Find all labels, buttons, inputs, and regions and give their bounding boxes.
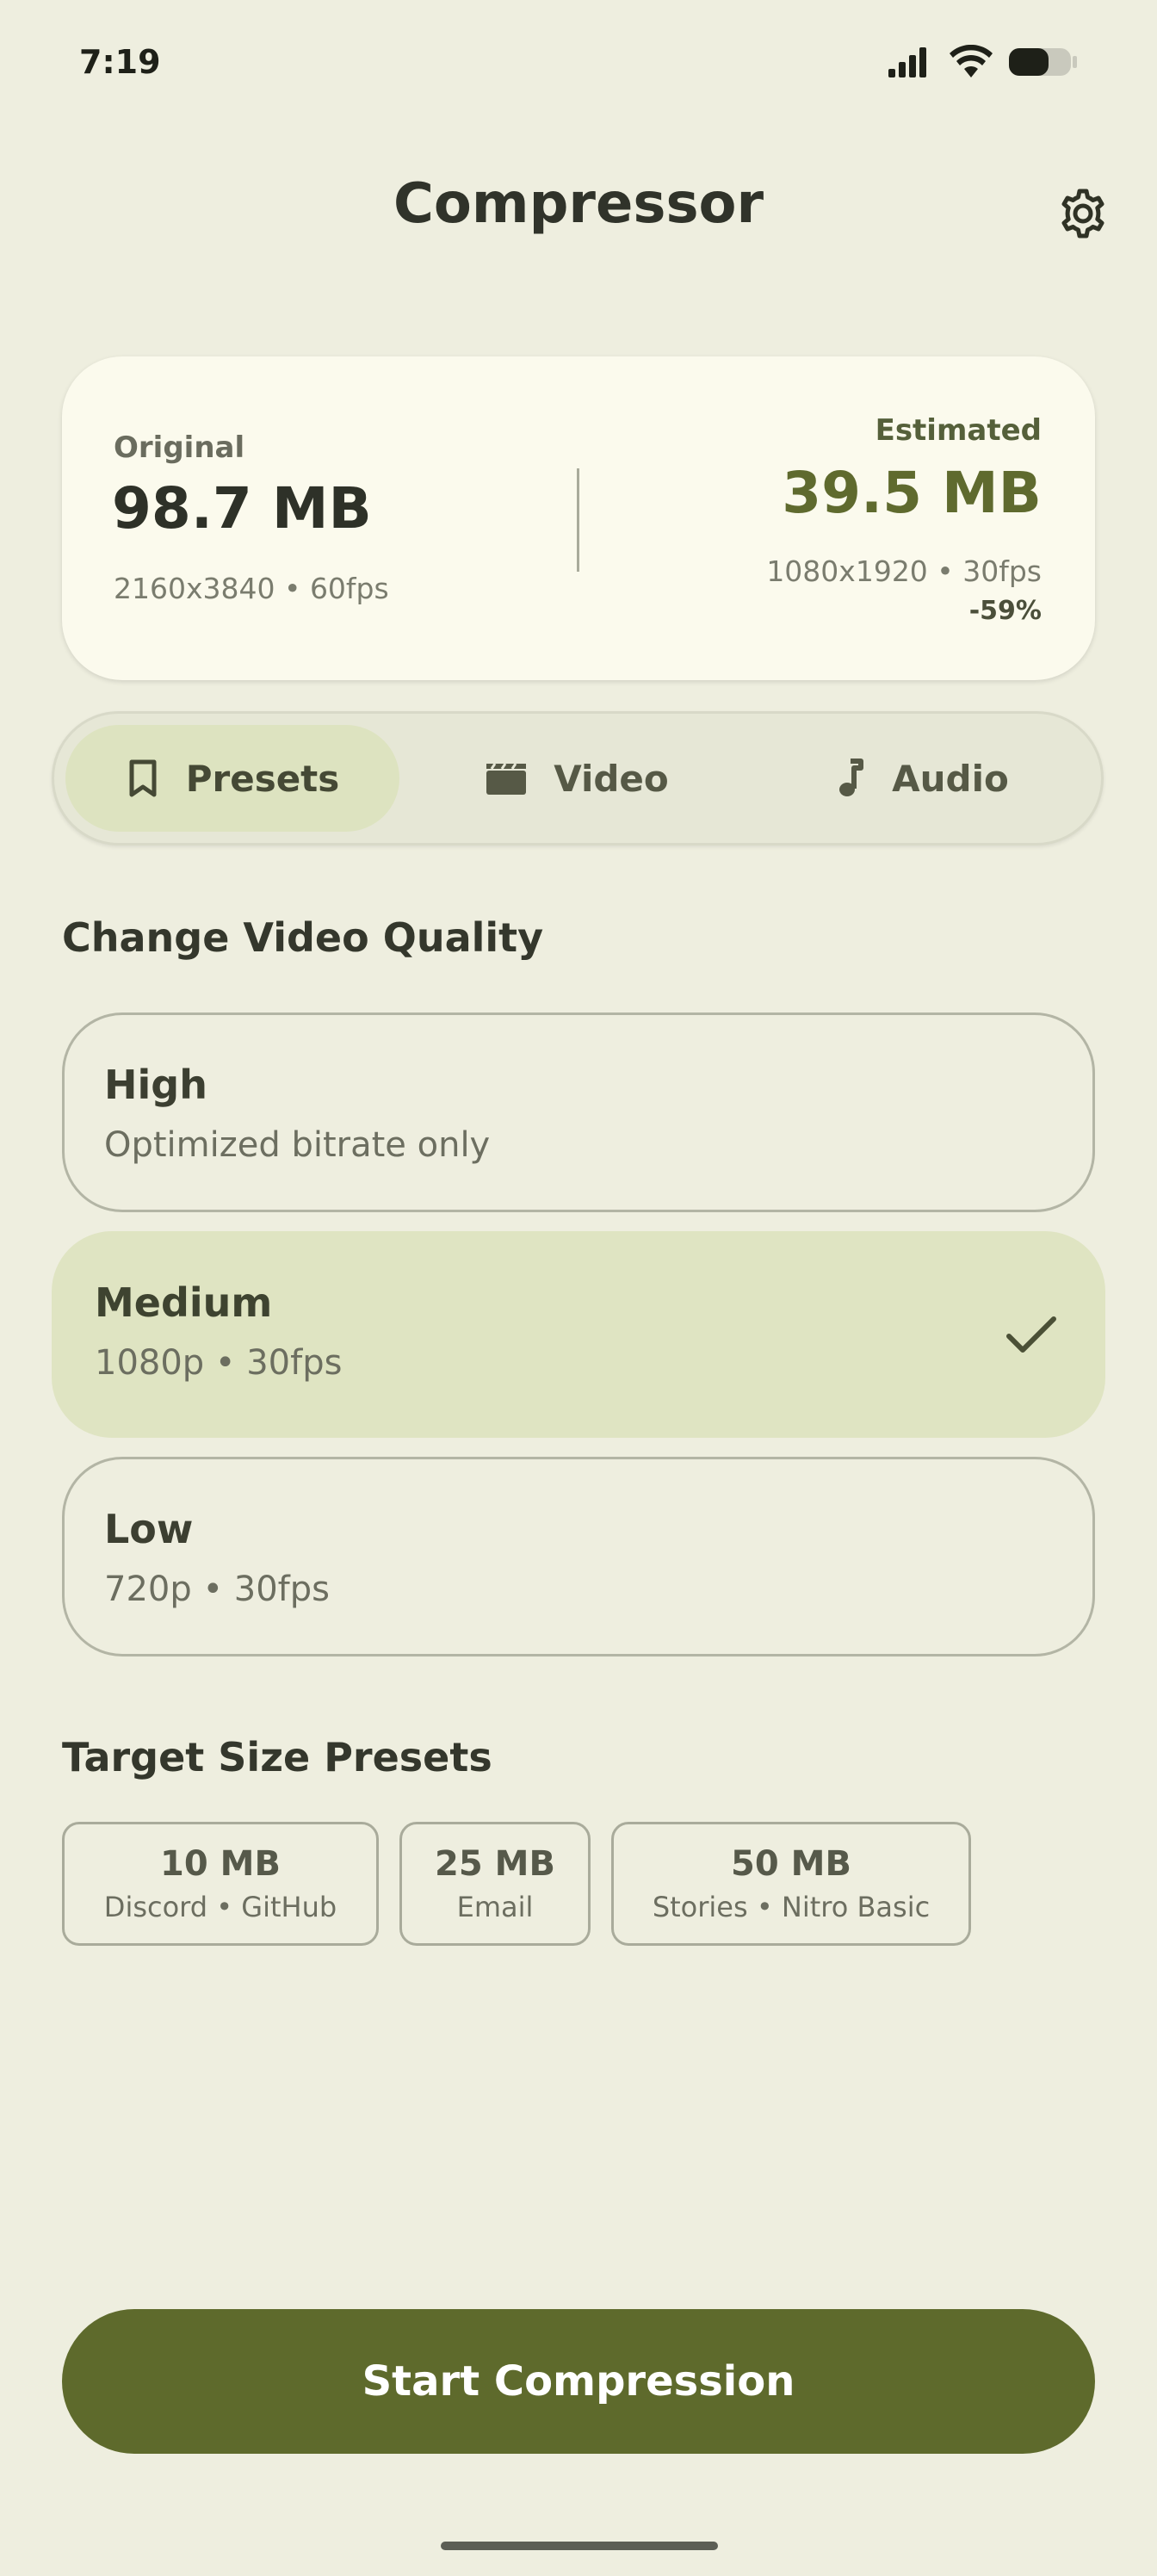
quality-option-medium[interactable]: Medium 1080p • 30fps: [52, 1231, 1105, 1438]
chip-size: 25 MB: [435, 1844, 555, 1884]
music-note-icon: [839, 759, 864, 796]
chip-detail: Discord • GitHub: [103, 1891, 337, 1923]
card-divider: [577, 468, 579, 572]
quality-option-high[interactable]: High Optimized bitrate only: [62, 1012, 1095, 1212]
reduction-percent: -59%: [968, 596, 1042, 626]
battery-icon: [1009, 48, 1077, 76]
target-chip-25mb[interactable]: 25 MB Email: [399, 1822, 591, 1946]
quality-option-detail: Optimized bitrate only: [104, 1125, 491, 1165]
settings-button[interactable]: [1052, 183, 1114, 245]
chip-size: 50 MB: [731, 1844, 851, 1884]
target-chip-10mb[interactable]: 10 MB Discord • GitHub: [62, 1822, 379, 1946]
original-label: Original: [114, 430, 245, 465]
tab-audio-label: Audio: [892, 757, 1009, 800]
wifi-icon: [950, 45, 993, 77]
bookmark-icon: [129, 759, 157, 797]
quality-section-title: Change Video Quality: [62, 914, 544, 961]
clapperboard-icon: [486, 763, 527, 795]
chip-detail: Email: [456, 1891, 534, 1923]
chip-size: 10 MB: [160, 1844, 281, 1884]
tab-presets[interactable]: Presets: [65, 725, 399, 832]
start-compression-button[interactable]: Start Compression: [62, 2309, 1095, 2454]
signal-icon: [888, 47, 926, 77]
estimated-label: Estimated: [875, 413, 1042, 448]
quality-option-detail: 720p • 30fps: [104, 1570, 330, 1609]
app-title: Compressor: [393, 172, 764, 236]
quality-option-detail: 1080p • 30fps: [95, 1343, 343, 1383]
original-size: 98.7 MB: [112, 475, 372, 542]
tab-video-label: Video: [554, 757, 669, 800]
tab-video[interactable]: Video: [413, 725, 740, 832]
quality-option-low[interactable]: Low 720p • 30fps: [62, 1457, 1095, 1656]
estimated-size: 39.5 MB: [782, 460, 1042, 526]
chip-detail: Stories • Nitro Basic: [652, 1891, 931, 1923]
tab-audio[interactable]: Audio: [754, 725, 1090, 832]
checkmark-icon: [1006, 1316, 1056, 1353]
quality-option-title: Low: [104, 1506, 194, 1552]
quality-option-title: High: [104, 1062, 207, 1108]
status-icons: [887, 45, 1078, 79]
estimated-meta: 1080x1920 • 30fps: [766, 554, 1042, 588]
gear-icon: [1061, 189, 1104, 238]
tab-presets-label: Presets: [185, 757, 340, 800]
status-time: 7:19: [79, 43, 161, 81]
home-indicator[interactable]: [441, 2542, 718, 2550]
quality-option-title: Medium: [95, 1279, 273, 1326]
target-presets-title: Target Size Presets: [62, 1734, 492, 1780]
original-meta: 2160x3840 • 60fps: [114, 572, 389, 605]
target-chip-50mb[interactable]: 50 MB Stories • Nitro Basic: [611, 1822, 971, 1946]
